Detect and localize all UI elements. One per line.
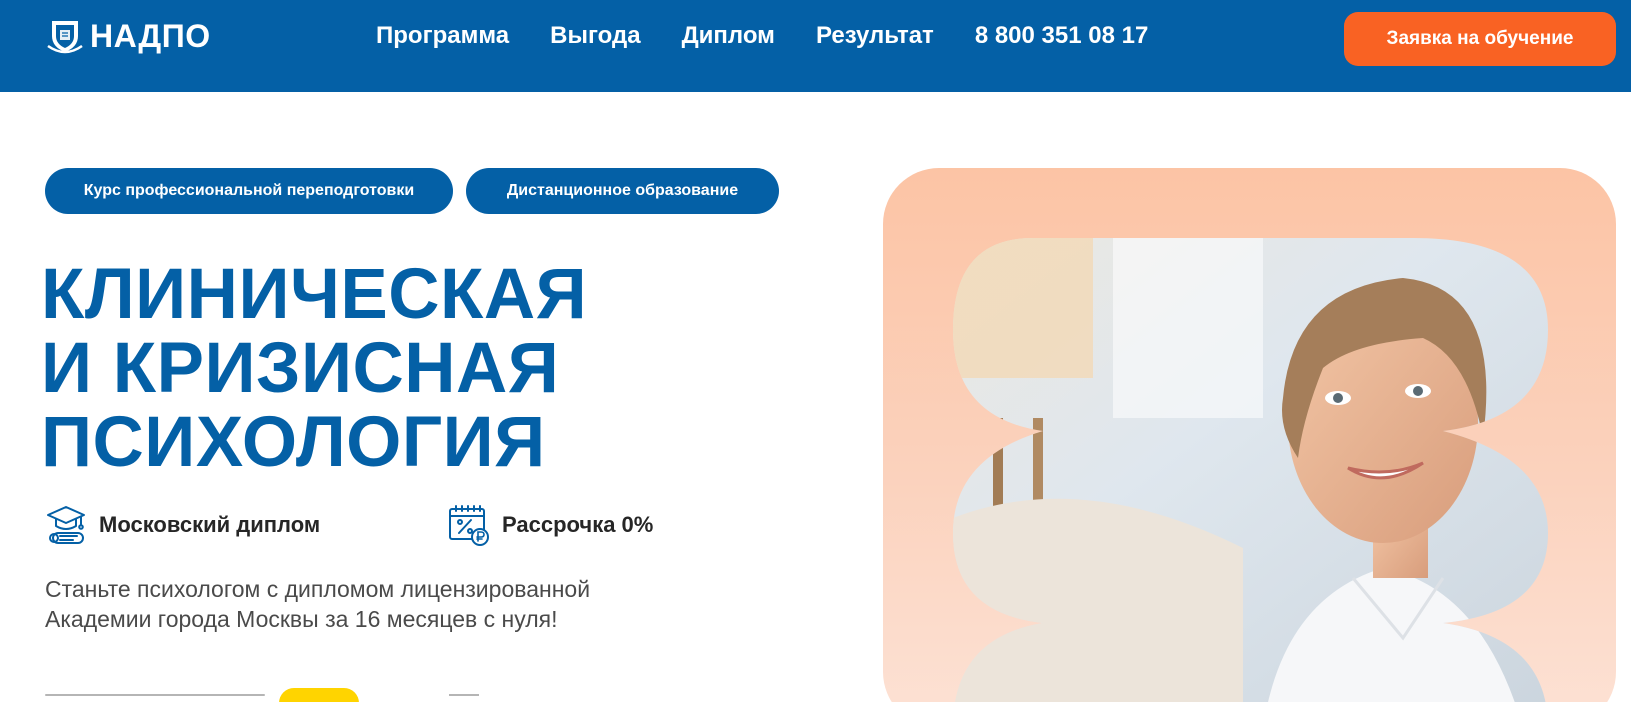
calendar-percent-ruble-icon [449, 505, 489, 546]
feature-label: Московский диплом [99, 512, 321, 537]
tag-distance-education: Дистанционное образование [466, 168, 779, 214]
feature-installment: Рассрочка 0% [448, 503, 653, 547]
title-line-3: ПСИХОЛОГИЯ [41, 403, 546, 482]
title-line-2: И КРИЗИСНАЯ [41, 329, 560, 408]
logo-text: НАДПО [90, 17, 211, 54]
title-line-1: КЛИНИЧЕСКАЯ [41, 255, 588, 334]
nav-item-result[interactable]: Результат [816, 22, 934, 50]
graduation-cap-diploma-icon [47, 506, 85, 544]
feature-label: Рассрочка 0% [502, 512, 654, 537]
feature-moscow-diploma: Московский диплом [45, 503, 320, 547]
cut-off-text [449, 694, 479, 696]
page-title: КЛИНИЧЕСКАЯ И КРИЗИСНАЯ ПСИХОЛОГИЯ [41, 258, 587, 480]
discount-badge [279, 688, 359, 702]
bottom-text-row-cut-off [45, 688, 665, 702]
main-nav: Программа Выгода Диплом Результат 8 800 … [376, 22, 1148, 50]
crest-logo-icon [47, 21, 83, 54]
site-header: НАДПО Программа Выгода Диплом Результат … [0, 0, 1631, 92]
phone-link[interactable]: 8 800 351 08 17 [975, 22, 1149, 50]
hero-description: Станьте психологом с дипломом лицензиров… [45, 576, 591, 632]
nav-item-program[interactable]: Программа [376, 22, 509, 50]
tag-retraining-course: Курс профессиональной переподготовки [45, 168, 453, 214]
hero-image-card [883, 168, 1616, 702]
nav-item-diploma[interactable]: Диплом [682, 22, 775, 50]
cut-off-text [45, 694, 265, 696]
hero-photo [953, 238, 1548, 702]
apply-button[interactable]: Заявка на обучение [1344, 12, 1616, 66]
nav-item-benefit[interactable]: Выгода [550, 22, 640, 50]
logo[interactable]: НАДПО [45, 16, 211, 56]
